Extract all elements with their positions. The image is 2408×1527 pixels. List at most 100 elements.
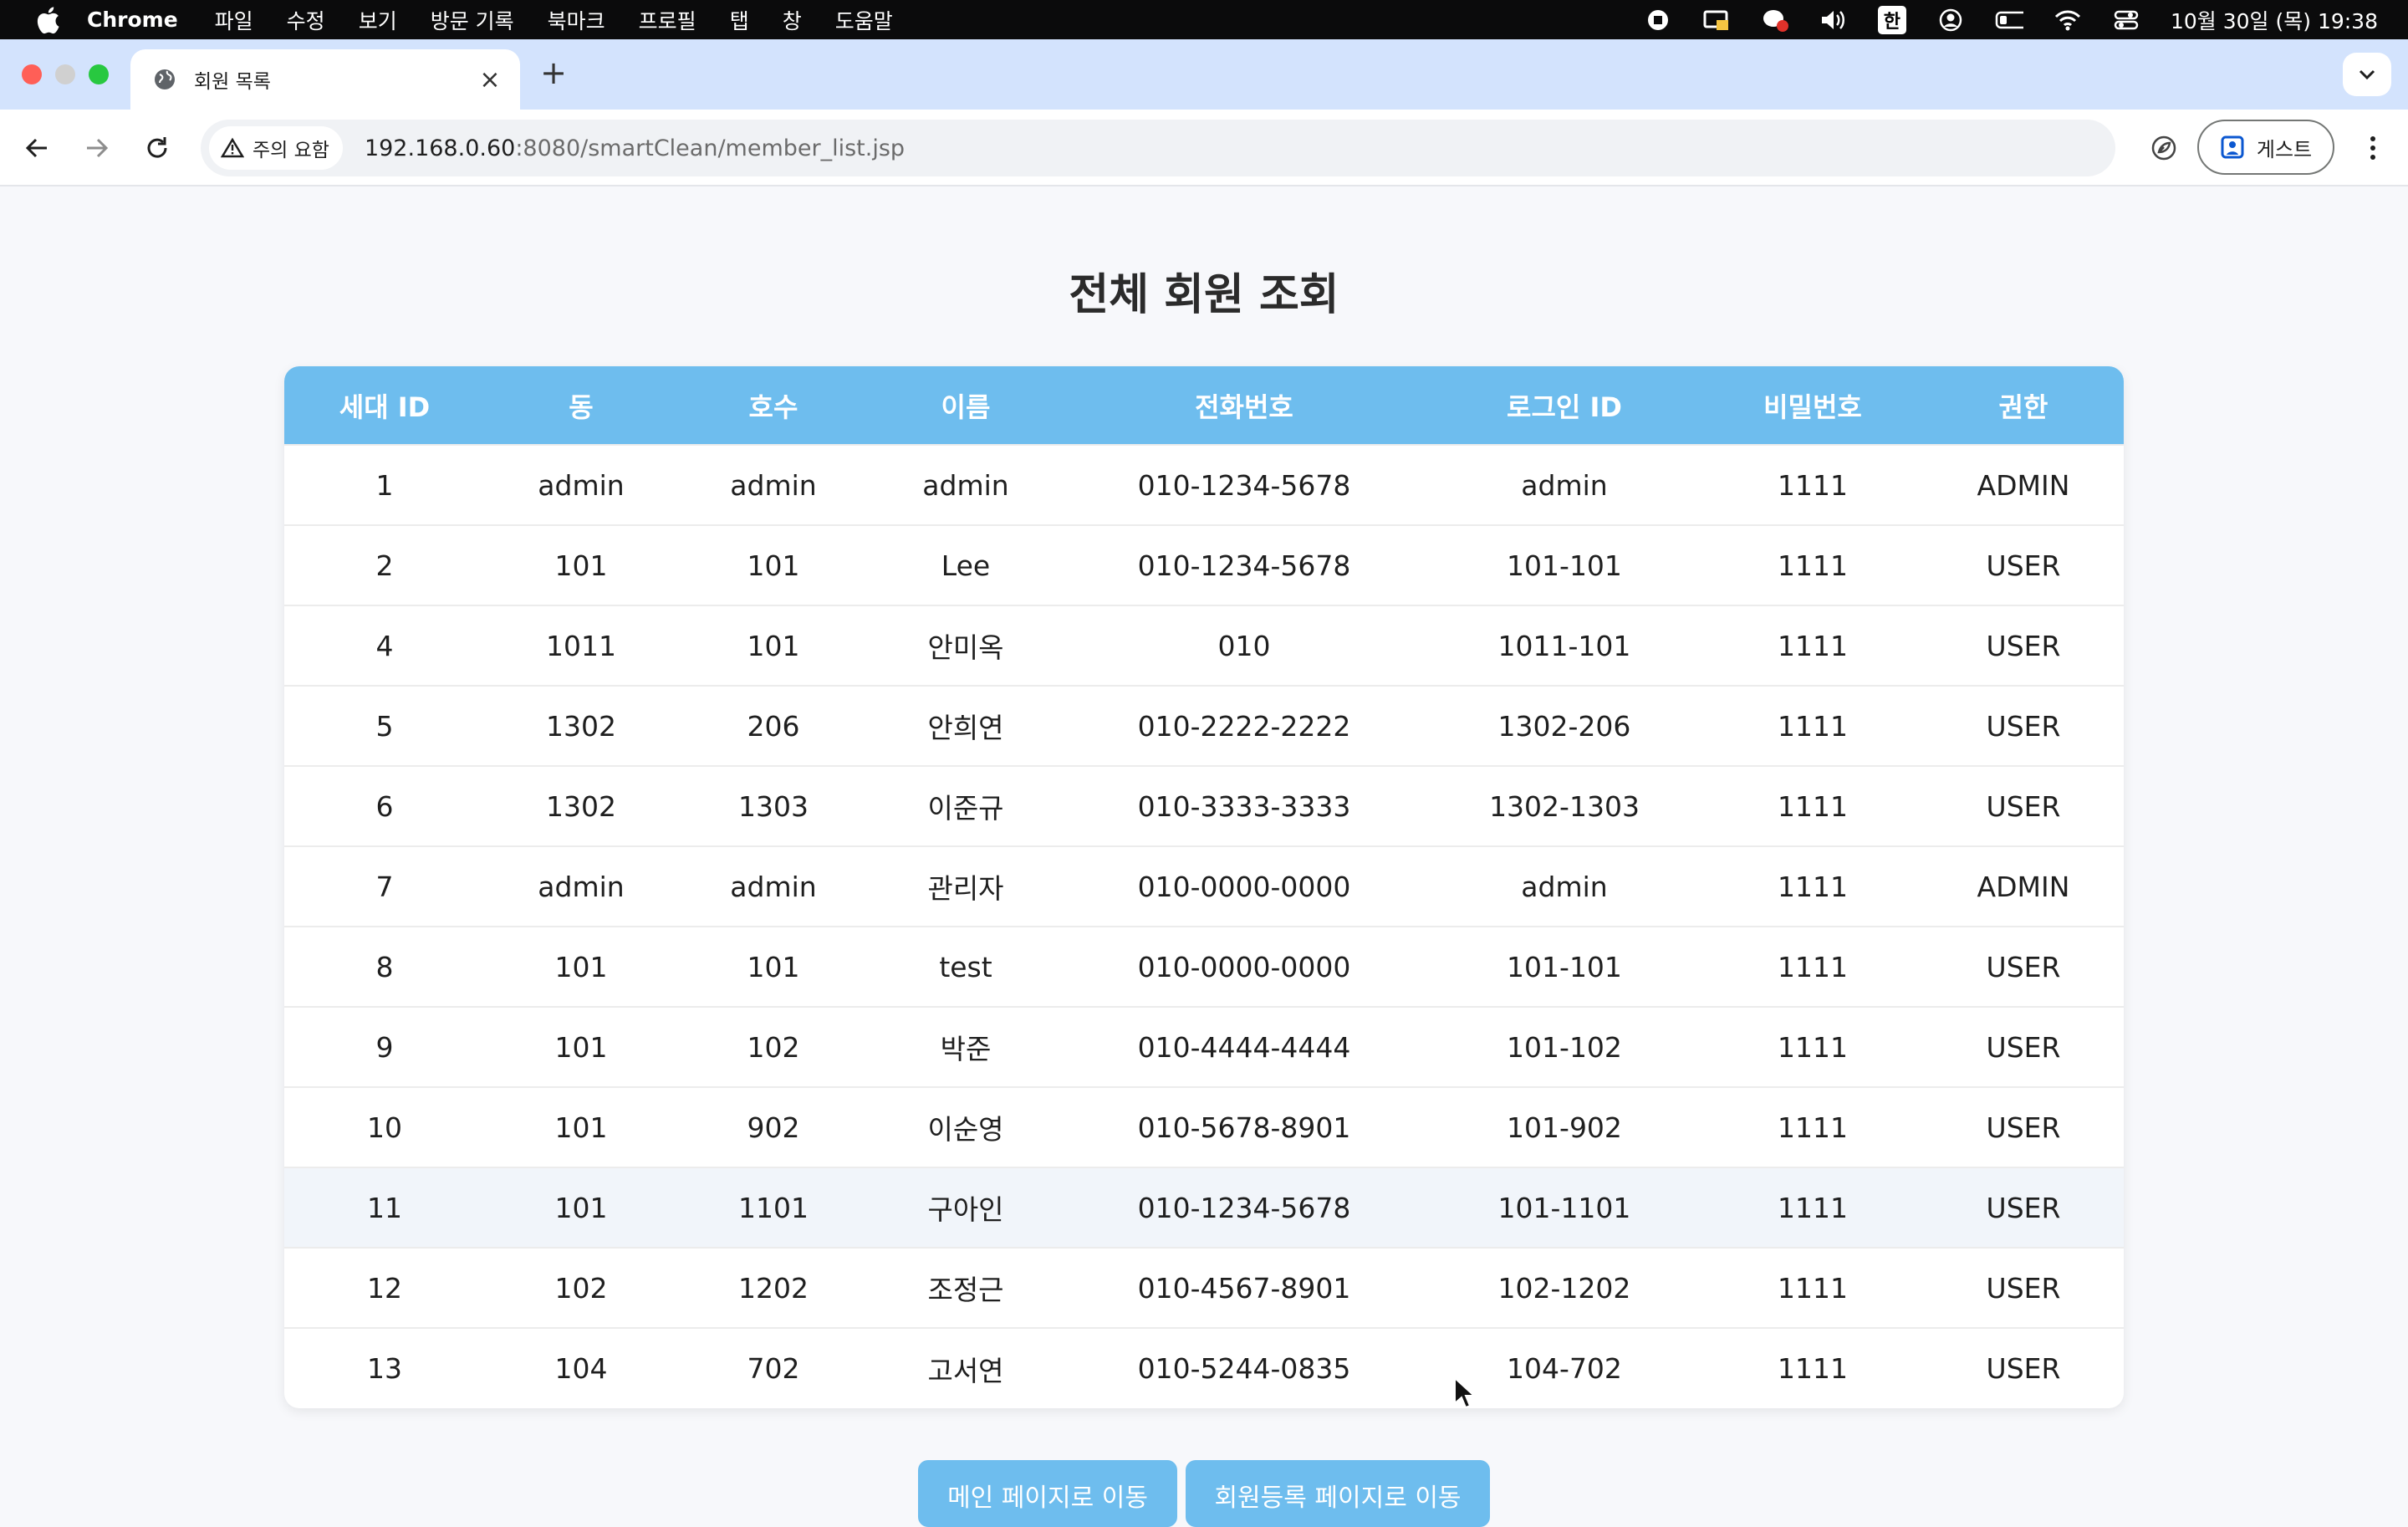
- table-cell: Lee: [870, 524, 1062, 605]
- new-tab-icon[interactable]: +: [537, 54, 570, 91]
- table-cell: 101-1101: [1426, 1167, 1702, 1248]
- table-cell: 010-1234-5678: [1062, 524, 1426, 605]
- table-cell: 104: [485, 1327, 677, 1408]
- table-cell: USER: [1923, 1006, 2124, 1087]
- reload-icon[interactable]: [139, 130, 176, 166]
- table-cell: 1101: [677, 1167, 870, 1248]
- address-bar[interactable]: 주의 요함 192.168.0.60:8080/smartClean/membe…: [201, 120, 2115, 176]
- table-cell: 1302-206: [1426, 685, 1702, 766]
- table-cell: admin: [1426, 444, 1702, 525]
- menu-clock[interactable]: 10월 30일 (목) 19:38: [2171, 5, 2378, 35]
- wifi-icon[interactable]: [2053, 8, 2082, 33]
- forward-arrow-icon[interactable]: [79, 130, 115, 166]
- table-cell: 조정근: [870, 1247, 1062, 1328]
- table-cell: USER: [1923, 1167, 2124, 1248]
- battery-icon[interactable]: [1995, 8, 2023, 33]
- table-body: 1 admin admin admin 010-1234-5678 admin 1111 AD…: [284, 444, 2124, 1408]
- table-cell: 1111: [1702, 1167, 1923, 1248]
- table-cell: 구아인: [870, 1167, 1062, 1248]
- window-close-button[interactable]: [22, 64, 42, 84]
- warning-triangle-icon: [221, 137, 244, 158]
- url-text[interactable]: 192.168.0.60:8080/smartClean/member_list…: [365, 135, 905, 161]
- table-cell: 관리자: [870, 845, 1062, 927]
- url-host: 192.168.0.60: [364, 135, 516, 161]
- table-cell: 101-101: [1426, 524, 1702, 605]
- messenger-icon[interactable]: [1761, 8, 1789, 33]
- control-center-icon[interactable]: [2112, 8, 2140, 33]
- table-cell: 010-0000-0000: [1062, 926, 1426, 1007]
- table-cell: 101: [485, 524, 677, 605]
- table-cell: 101-102: [1426, 1006, 1702, 1087]
- table-cell: 1: [284, 444, 485, 525]
- table-cell: USER: [1923, 926, 2124, 1007]
- tab-search-chevron-icon[interactable]: [2343, 53, 2391, 96]
- menu-help[interactable]: 도움말: [835, 5, 893, 35]
- column-header: 전화번호: [1062, 366, 1426, 445]
- table-cell: 1111: [1702, 845, 1923, 927]
- table-cell: USER: [1923, 685, 2124, 766]
- profile-guest-button[interactable]: 게스트: [2197, 120, 2334, 175]
- table-cell: 안희연: [870, 685, 1062, 766]
- go-main-button[interactable]: 메인 페이지로 이동: [918, 1460, 1177, 1527]
- table-cell: 010-4444-4444: [1062, 1006, 1426, 1087]
- globe-icon: [152, 67, 177, 92]
- table-cell: 안미옥: [870, 605, 1062, 686]
- security-chip[interactable]: 주의 요함: [209, 126, 343, 170]
- table-cell: 4: [284, 605, 485, 686]
- table-cell: 박준: [870, 1006, 1062, 1087]
- table-row: 9 101 102 박준 010-4444-4444 101-102 1111 USER: [284, 1006, 2124, 1087]
- screen-share-icon[interactable]: [1702, 8, 1731, 33]
- table-cell: admin: [1426, 845, 1702, 927]
- window-zoom-button[interactable]: [89, 64, 109, 84]
- table-cell: 010: [1062, 605, 1426, 686]
- menu-view[interactable]: 보기: [359, 5, 397, 35]
- table-cell: 이순영: [870, 1086, 1062, 1167]
- table-row: 6 1302 1303 이준규 010-3333-3333 1302-1303 1111 US…: [284, 765, 2124, 846]
- menu-app-name[interactable]: Chrome: [87, 8, 178, 32]
- table-row: 1 admin admin admin 010-1234-5678 admin 1111 AD…: [284, 444, 2124, 525]
- menu-window[interactable]: 창: [783, 5, 802, 35]
- browser-tab-active[interactable]: 회원 목록 ×: [130, 49, 520, 110]
- table-cell: 102-1202: [1426, 1247, 1702, 1328]
- url-path: :8080/smartClean/member_list.jsp: [515, 135, 906, 161]
- menu-tab[interactable]: 탭: [730, 5, 749, 35]
- table-cell: 010-4567-8901: [1062, 1247, 1426, 1328]
- menu-profiles[interactable]: 프로필: [639, 5, 696, 35]
- menu-file[interactable]: 파일: [215, 5, 253, 35]
- table-cell: 1303: [677, 765, 870, 846]
- table-cell: 1111: [1702, 926, 1923, 1007]
- table-cell: USER: [1923, 765, 2124, 846]
- volume-icon[interactable]: [1819, 8, 1848, 33]
- apple-icon[interactable]: [33, 6, 62, 34]
- table-cell: 5: [284, 685, 485, 766]
- menu-history[interactable]: 방문 기록: [431, 5, 514, 35]
- table-cell: 1202: [677, 1247, 870, 1328]
- table-cell: test: [870, 926, 1062, 1007]
- user-account-icon[interactable]: [1936, 8, 1965, 33]
- table-cell: 101: [485, 926, 677, 1007]
- column-header: 권한: [1923, 366, 2124, 445]
- menu-bookmarks[interactable]: 북마크: [548, 5, 605, 35]
- go-register-button[interactable]: 회원등록 페이지로 이동: [1186, 1460, 1490, 1527]
- table-header-row: 세대 ID 동 호수 이름 전화번호 로그인 ID 비밀번호 권한: [284, 366, 2124, 445]
- window-minimize-button[interactable]: [55, 64, 75, 84]
- table-cell: 102: [677, 1006, 870, 1087]
- input-method-indicator[interactable]: 한: [1877, 5, 1906, 34]
- menu-edit[interactable]: 수정: [287, 5, 325, 35]
- tab-close-icon[interactable]: ×: [477, 65, 503, 94]
- table-cell: 고서연: [870, 1327, 1062, 1408]
- column-header: 호수: [677, 366, 870, 445]
- table-cell: 1111: [1702, 1327, 1923, 1408]
- table-cell: 8: [284, 926, 485, 1007]
- table-row: 2 101 101 Lee 010-1234-5678 101-101 1111 USER: [284, 524, 2124, 605]
- table-cell: 102: [485, 1247, 677, 1328]
- security-label: 주의 요함: [253, 140, 329, 161]
- table-cell: admin: [677, 444, 870, 525]
- more-menu-icon[interactable]: [2358, 130, 2388, 166]
- table-cell: 1011: [485, 605, 677, 686]
- record-stop-icon[interactable]: [1644, 8, 1672, 33]
- table-row: 7 admin admin 관리자 010-0000-0000 admin 1111 ADMI…: [284, 845, 2124, 927]
- column-header: 로그인 ID: [1426, 366, 1702, 445]
- back-arrow-icon[interactable]: [18, 130, 55, 166]
- performance-leaf-icon[interactable]: [2145, 130, 2182, 166]
